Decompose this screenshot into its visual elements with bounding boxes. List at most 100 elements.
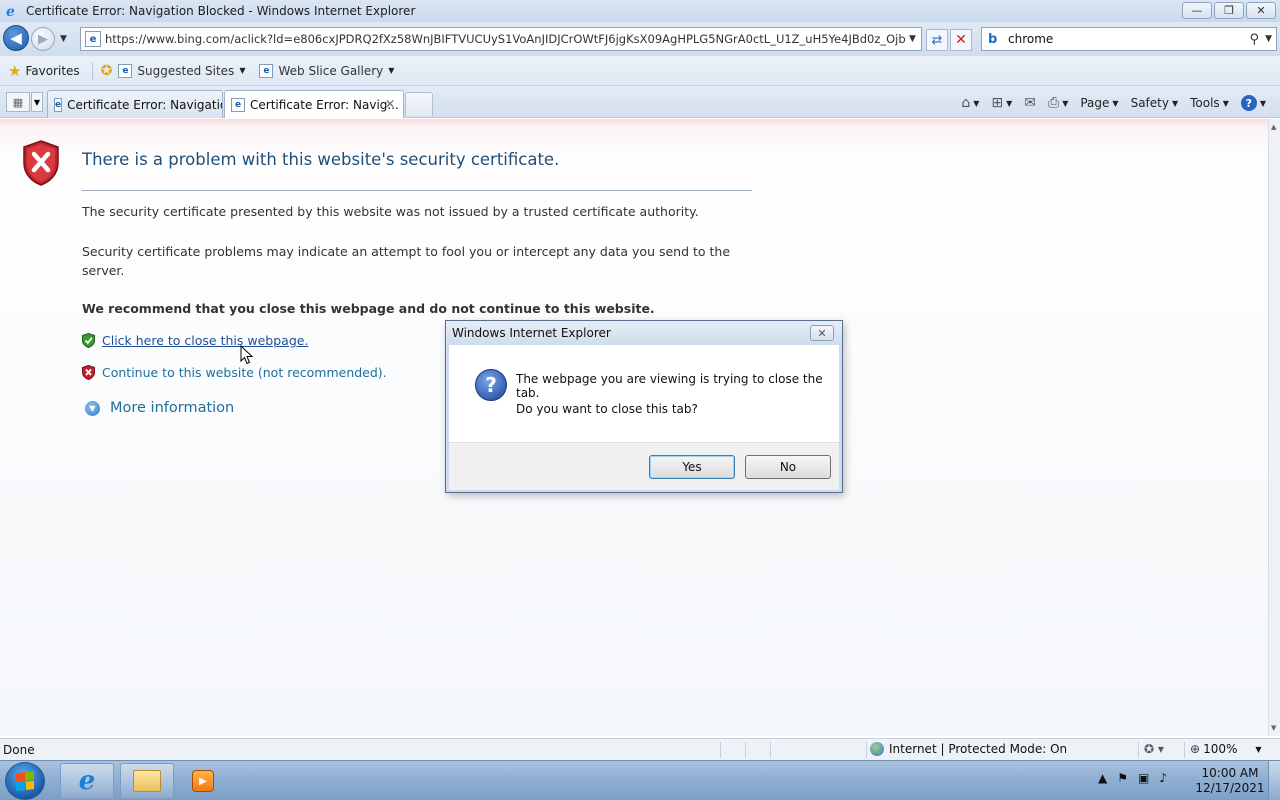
read-mail-button[interactable]: ✉ [1020,95,1040,111]
favorites-label: Favorites [25,63,80,78]
tab-list-dropdown[interactable]: ▼ [31,92,43,112]
tab-certificate-error-1[interactable]: e Certificate Error: Navigatio... [47,90,223,118]
show-hidden-icons[interactable]: ▲ [1098,771,1107,785]
taskbar-windows-explorer[interactable] [120,763,174,799]
yes-button[interactable]: Yes [649,455,735,479]
home-button[interactable]: ⌂ ▼ [957,95,983,111]
search-input[interactable]: chrome [1008,32,1250,46]
suggested-sites-link[interactable]: e Suggested Sites ▼ [118,63,245,78]
zone-label: Internet | Protected Mode: On [889,742,1068,756]
close-webpage-link[interactable]: Click here to close this webpage. [102,333,308,348]
url-dropdown-icon[interactable]: ▼ [909,34,916,44]
mouse-cursor-icon [240,345,254,365]
chevron-down-icon: ▼ [388,66,395,75]
question-icon: ? [475,369,507,401]
dialog-body: ? The webpage you are viewing is trying … [449,345,839,442]
clock-time: 10:00 AM [1201,766,1259,780]
error-warning: Security certificate problems may indica… [82,244,731,278]
volume-icon[interactable]: ♪ [1159,771,1167,785]
dialog-close-button[interactable]: ✕ [810,325,834,341]
search-icon[interactable]: ⚲ [1250,32,1260,47]
new-tab-button[interactable] [405,92,433,116]
page-menu-label: Page [1080,96,1110,110]
chevron-down-icon: ▼ [1112,98,1119,108]
refresh-button[interactable]: ⇄ [926,29,948,51]
security-zone[interactable]: Internet | Protected Mode: On [870,742,1067,756]
no-button[interactable]: No [745,455,831,479]
search-box[interactable]: b chrome ⚲ ▼ [981,27,1277,51]
ie-page-icon: e [118,63,133,78]
forward-button[interactable]: ▶ [31,27,55,51]
stop-button[interactable]: ✕ [950,29,972,51]
vertical-scrollbar[interactable]: ▲ ▼ [1268,119,1280,736]
safety-menu-label: Safety [1130,96,1169,110]
favorites-button[interactable]: ★ Favorites [8,62,80,80]
clock[interactable]: 10:00 AM 12/17/2021 [1192,766,1268,796]
dialog-message: The webpage you are viewing is trying to… [516,372,823,400]
add-to-favorites-icon[interactable]: ✪ [101,63,113,79]
chevron-down-icon: ▼ [973,98,980,108]
address-bar[interactable]: e https://www.bing.com/aclick?ld=e806cxJ… [80,27,922,51]
close-tab-dialog: Windows Internet Explorer ✕ ? The webpag… [445,320,843,493]
chevron-down-icon: ▼ [1222,98,1229,108]
address-row: ◀ ▶ ▼ e https://www.bing.com/aclick?ld=e… [0,22,1280,56]
tab-certificate-error-2[interactable]: e Certificate Error: Navig... ✕ [224,90,404,118]
scroll-up-icon[interactable]: ▲ [1271,123,1276,131]
ie-logo-icon: e [78,766,96,796]
help-icon: ? [1240,95,1257,111]
printer-icon: ⎙ [1048,95,1060,111]
command-bar: ⌂ ▼ ⊞ ▼ ✉ ⎙ ▼ Page ▼ Safety ▼ Tools ▼ ? ▼ [957,92,1270,114]
help-menu[interactable]: ? ▼ [1237,95,1270,111]
action-center-flag-icon[interactable]: ⚑ [1117,771,1128,785]
taskbar-internet-explorer[interactable]: e [60,763,114,799]
tab-row: ▦ ▼ e Certificate Error: Navigatio... e … [0,86,1280,118]
taskbar-media-player[interactable]: ▶ [180,763,226,799]
popup-blocker-icon[interactable]: ✪ ▾ [1144,742,1164,756]
ie-page-icon: e [54,97,63,112]
ie-page-icon: e [259,63,274,78]
page-menu[interactable]: Page ▼ [1076,96,1122,110]
error-description: The security certificate presented by th… [82,204,699,219]
rss-icon: ⊞ [991,95,1004,111]
back-button[interactable]: ◀ [3,25,29,51]
continue-option[interactable]: Continue to this website (not recommende… [82,365,387,380]
tools-menu[interactable]: Tools ▼ [1186,96,1233,110]
network-icon[interactable]: ▣ [1138,771,1149,785]
chevron-down-icon: ▼ [1171,98,1179,108]
feeds-button[interactable]: ⊞ ▼ [987,95,1016,111]
search-options-dropdown[interactable]: ▼ [1265,34,1272,44]
recent-pages-dropdown[interactable]: ▼ [60,34,67,44]
quick-tabs-button[interactable]: ▦ [6,92,30,112]
safety-menu[interactable]: Safety ▼ [1127,96,1183,110]
star-icon: ★ [8,61,22,80]
dialog-title: Windows Internet Explorer [446,321,842,345]
error-heading: There is a problem with this website's s… [82,150,560,169]
restore-button[interactable]: ❐ [1214,2,1244,19]
windows-logo-icon [16,771,34,791]
page-icon: e [85,31,101,47]
chevron-down-icon: ▼ [1006,98,1013,108]
continue-link[interactable]: Continue to this website (not recommende… [102,365,387,380]
expand-circle-icon: ▼ [85,400,100,416]
close-window-button[interactable]: ✕ [1246,2,1276,19]
close-webpage-option[interactable]: Click here to close this webpage. [82,333,308,348]
tools-menu-label: Tools [1190,96,1220,110]
web-slice-gallery-link[interactable]: e Web Slice Gallery ▼ [259,63,395,78]
scroll-down-icon[interactable]: ▼ [1271,724,1276,732]
tab-label: Certificate Error: Navig... [250,97,399,112]
minimize-button[interactable]: — [1182,2,1212,19]
zoom-control[interactable]: ⊕ 100% ▼ [1190,742,1262,756]
more-information-toggle[interactable]: ▼ More information [85,400,234,416]
taskbar: e ▶ ▲ ⚑ ▣ ♪ 10:00 AM 12/17/2021 [0,760,1280,800]
tab-label: Certificate Error: Navigatio... [67,97,223,112]
print-button[interactable]: ⎙ ▼ [1044,95,1072,111]
show-desktop-button[interactable] [1268,761,1280,800]
home-icon: ⌂ [961,95,971,111]
status-bar: Done Internet | Protected Mode: On ✪ ▾ ⊕… [0,738,1280,760]
suggested-sites-label: Suggested Sites [137,63,235,78]
close-tab-icon[interactable]: ✕ [385,97,395,111]
url-text[interactable]: https://www.bing.com/aclick?ld=e806cxJPD… [105,32,905,46]
magnifier-icon: ⊕ [1190,742,1201,756]
start-button[interactable] [5,762,45,800]
window-title: Certificate Error: Navigation Blocked - … [26,4,416,18]
